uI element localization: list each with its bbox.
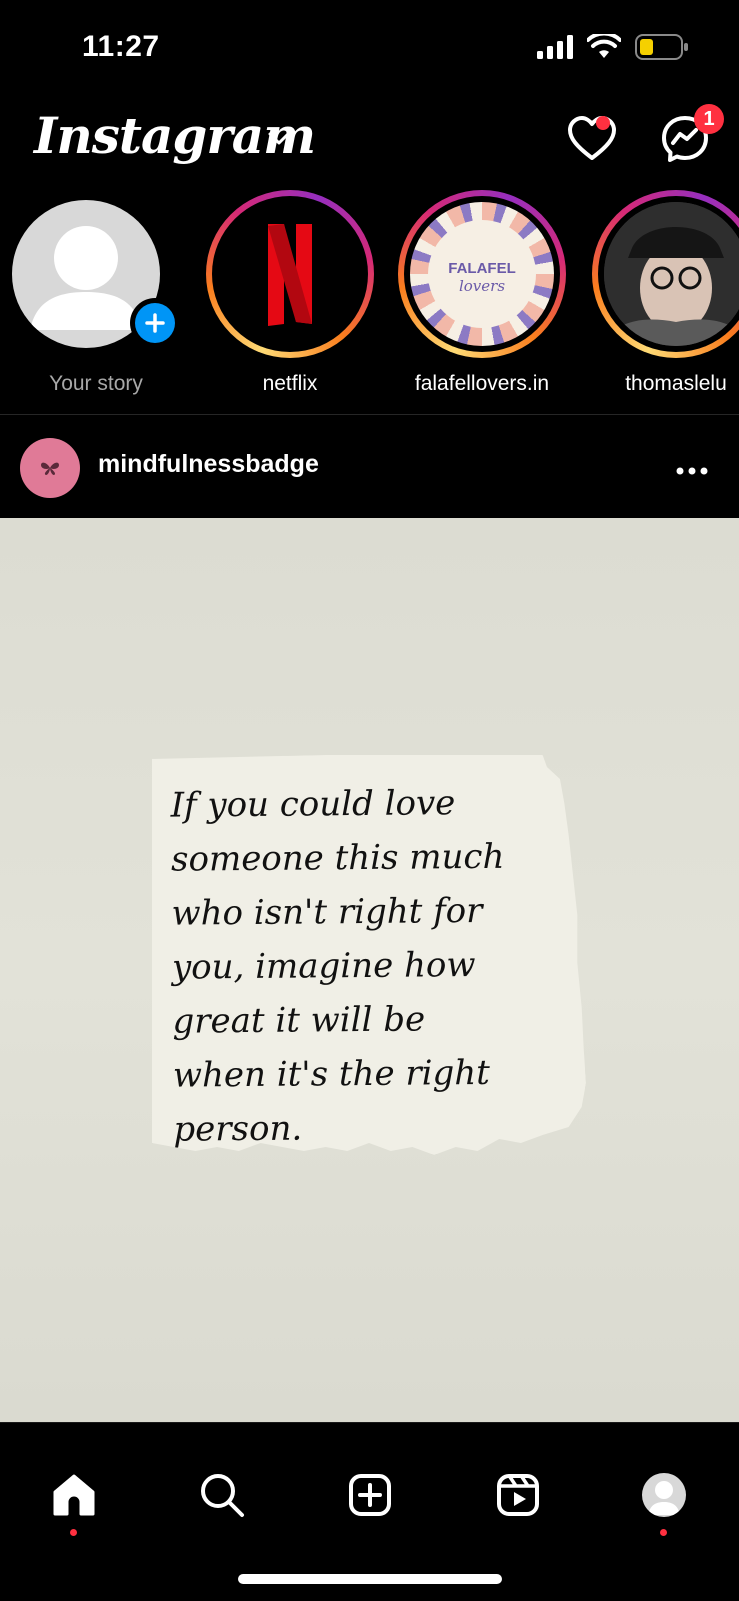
active-indicator-dot bbox=[70, 1529, 77, 1536]
notification-dot bbox=[596, 116, 610, 130]
story-label: Your story bbox=[49, 372, 143, 395]
status-time: 11:27 bbox=[82, 30, 160, 63]
messenger-button[interactable]: 1 bbox=[660, 104, 724, 170]
nav-search[interactable] bbox=[192, 1465, 252, 1525]
chevron-down-icon[interactable] bbox=[268, 132, 290, 146]
story-netflix[interactable]: netflix bbox=[200, 190, 380, 396]
note-handwritten-text: If you could love someone this much who … bbox=[170, 783, 505, 1150]
status-bar: 11:27 bbox=[0, 0, 739, 100]
add-story-button[interactable] bbox=[130, 298, 180, 348]
story-label: falafellovers.in bbox=[414, 372, 550, 395]
butterfly-icon bbox=[41, 462, 59, 475]
app-header: Instagram 1 bbox=[0, 100, 739, 190]
reels-icon bbox=[497, 1474, 539, 1516]
story-your-story[interactable]: Your story bbox=[6, 190, 186, 396]
story-thomaslelu[interactable]: thomaslelu bbox=[586, 190, 739, 396]
wifi-icon bbox=[587, 34, 621, 58]
more-horizontal-icon[interactable] bbox=[676, 450, 708, 484]
plus-icon bbox=[145, 313, 165, 333]
lovers-logo-text: lovers bbox=[458, 277, 506, 295]
post-username[interactable]: mindfulnessbadge bbox=[98, 450, 319, 479]
stories-tray: Your story netflix FALAFEL lovers falafe… bbox=[0, 190, 739, 410]
netflix-logo bbox=[218, 202, 362, 346]
nav-home[interactable] bbox=[44, 1465, 104, 1536]
divider bbox=[0, 414, 739, 415]
thomaslelu-avatar bbox=[604, 202, 739, 346]
search-icon bbox=[201, 1474, 244, 1517]
battery-low-icon bbox=[635, 34, 688, 60]
post-image[interactable]: If you could love someone this much who … bbox=[0, 518, 739, 1422]
home-icon bbox=[53, 1474, 95, 1516]
torn-paper-note: If you could love someone this much who … bbox=[152, 755, 586, 1155]
cellular-signal-icon bbox=[537, 35, 573, 59]
post-author-avatar[interactable] bbox=[20, 438, 80, 498]
story-label: netflix bbox=[262, 372, 318, 395]
nav-create[interactable] bbox=[340, 1465, 400, 1525]
home-indicator[interactable] bbox=[238, 1574, 502, 1584]
profile-notification-dot bbox=[660, 1529, 667, 1536]
falafel-logo-text: FALAFEL bbox=[448, 260, 516, 277]
story-label: thomaslelu bbox=[625, 372, 727, 395]
story-falafellovers[interactable]: FALAFEL lovers falafellovers.in bbox=[392, 190, 572, 396]
status-icons bbox=[537, 34, 689, 60]
messenger-badge: 1 bbox=[694, 104, 724, 134]
nav-profile[interactable] bbox=[634, 1465, 694, 1536]
heart-icon bbox=[568, 116, 616, 160]
profile-avatar bbox=[642, 1473, 686, 1517]
falafellovers-logo: FALAFEL lovers bbox=[410, 202, 554, 346]
create-post-icon bbox=[349, 1474, 391, 1516]
post-header: mindfulnessbadge bbox=[0, 428, 739, 508]
notifications-button[interactable] bbox=[566, 114, 622, 170]
nav-reels[interactable] bbox=[488, 1465, 548, 1525]
